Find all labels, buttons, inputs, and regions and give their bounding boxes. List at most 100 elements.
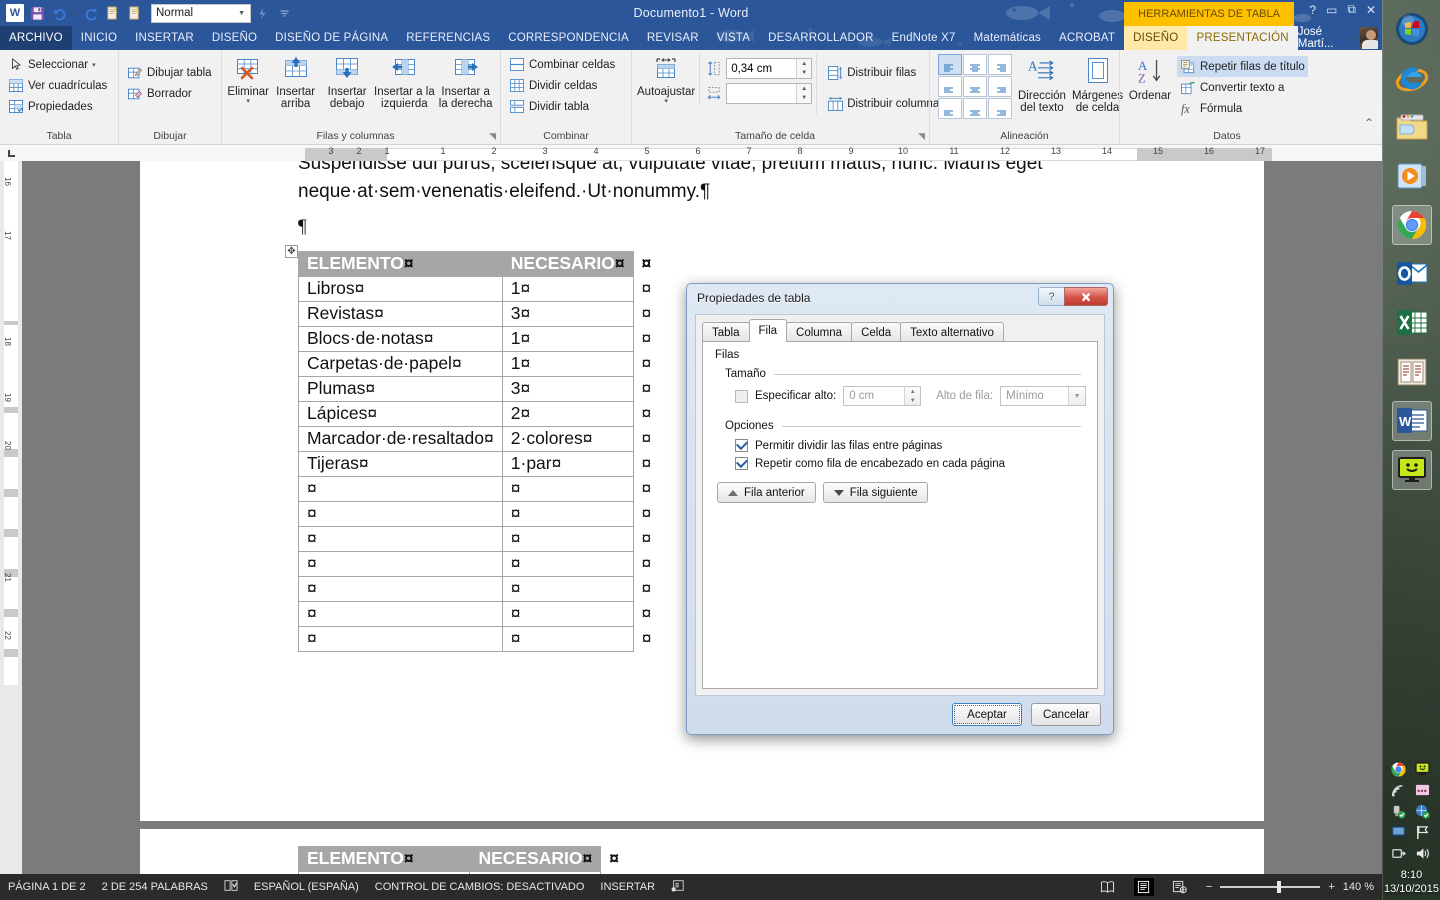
print-preview-button[interactable] [123,2,145,24]
close-icon[interactable]: ✕ [1064,287,1108,306]
network-health-tray-icon[interactable] [1415,803,1431,819]
align-bottom-center-button[interactable] [963,98,987,119]
zoom-slider-knob[interactable] [1277,881,1282,893]
zoom-level[interactable]: 140 % [1343,881,1374,893]
eject-tray-icon[interactable] [1391,845,1407,861]
table-1[interactable]: ELEMENTO¤ NECESARIO¤ ¤ Libros¤ 1¤ ¤ Revist… [298,251,660,652]
window-controls[interactable]: ? ▭ ⧉ ✕ [1309,2,1376,17]
autoajustar-button[interactable]: Autoajustar ▾ [637,54,695,105]
ver-cuadriculas-button[interactable]: Ver cuadrículas [5,75,110,96]
height-value-input[interactable]: 0 cm ▲ ▼ [843,386,922,406]
tab-table-presentacion[interactable]: PRESENTACIÓN [1187,26,1298,50]
tab-inicio[interactable]: INICIO [72,26,126,50]
file-explorer-icon[interactable] [1392,107,1432,147]
redo-button[interactable] [79,2,101,24]
help-icon[interactable]: ? [1038,287,1064,306]
vertical-ruler[interactable]: 16 17 18 19 20 21 22 [0,161,22,874]
display-tray-icon[interactable] [1391,824,1407,840]
document-page-2[interactable]: ELEMENTO¤ NECESARIO¤ ¤ ¤¤¤ ¤¤¤ ¤¤¤ ¶ [140,829,1264,874]
seleccionar-button[interactable]: Seleccionar ▾ [5,54,110,75]
tray-icon-grid[interactable]: ●●● [1383,761,1440,861]
tab-revisar[interactable]: REVISAR [638,26,708,50]
undo-button[interactable] [48,2,70,24]
zoom-out-button[interactable]: − [1206,881,1212,893]
customize-qat-button[interactable] [273,2,295,24]
align-middle-right-button[interactable] [988,76,1012,97]
direccion-del-texto-button[interactable]: A Dirección del texto [1018,54,1066,114]
messenger-tray-icon[interactable] [1415,761,1431,777]
tab-correspondencia[interactable]: CORRESPONDENCIA [499,26,638,50]
system-tray[interactable]: ●●● 8:10 13/10/2015 [1383,761,1440,900]
borrador-button[interactable]: Borrador [124,83,215,104]
quick-print-button[interactable] [101,2,123,24]
dialog-tab-tabla[interactable]: Tabla [702,322,750,342]
word-icon[interactable]: W [1391,401,1432,441]
dialog-launcher-icon[interactable]: ◥ [918,129,925,144]
align-bottom-right-button[interactable] [988,98,1012,119]
dialog-title-bar[interactable]: Propiedades de tabla ? ✕ [687,284,1113,312]
chrome-tray-icon[interactable] [1391,761,1407,777]
table-2[interactable]: ELEMENTO¤ NECESARIO¤ ¤ ¤¤¤ ¤¤¤ ¤¤¤ [297,846,628,874]
align-top-center-button[interactable] [963,54,987,75]
user-account-area[interactable]: José Martí... ▾ [1298,26,1382,50]
dropbox-tray-icon[interactable]: ●●● [1415,782,1431,798]
minimize-icon[interactable]: ⧉ [1347,2,1356,17]
spinner-arrows[interactable]: ▲ ▼ [796,84,812,103]
ordenar-button[interactable]: AZ Ordenar [1125,54,1175,102]
specify-height-checkbox[interactable] [735,389,748,403]
tab-acrobat[interactable]: ACROBAT [1050,26,1124,50]
google-chrome-icon[interactable] [1391,205,1432,245]
formula-button[interactable]: fx Fórmula [1177,98,1308,119]
dividir-tabla-button[interactable]: Dividir tabla [506,96,618,117]
tab-archivo[interactable]: ARCHIVO [0,26,72,50]
row-height-spinner[interactable]: 0,34 cm ▲ ▼ [726,58,813,79]
repeat-button[interactable] [251,2,273,24]
tab-table-diseno[interactable]: DISEÑO [1124,26,1188,50]
excel-icon[interactable] [1392,303,1432,343]
chevron-down-icon[interactable]: ▾ [664,98,668,105]
status-words[interactable]: 2 DE 254 PALABRAS [102,881,208,893]
tab-stop-selector[interactable] [0,144,22,163]
macro-record-icon[interactable] [671,879,685,895]
messenger-icon[interactable] [1391,450,1432,490]
insertar-derecha-button[interactable]: Insertar a la derecha [436,54,495,110]
outlook-icon[interactable] [1392,254,1432,294]
align-middle-left-button[interactable] [938,76,962,97]
save-button[interactable] [26,2,48,24]
tab-vista[interactable]: VISTA [708,26,759,50]
reader-icon[interactable] [1392,352,1432,392]
align-top-right-button[interactable] [988,54,1012,75]
repetir-filas-de-titulo-button[interactable]: Repetir filas de título [1177,56,1308,77]
cell-header-elemento[interactable]: ELEMENTO¤ [298,251,503,277]
help-icon[interactable]: ? [1309,3,1316,17]
status-track-changes[interactable]: CONTROL DE CAMBIOS: DESACTIVADO [375,881,585,893]
undo-dropdown-icon[interactable]: ▾ [70,2,79,24]
zoom-slider[interactable] [1220,881,1321,893]
cell-header-necesario[interactable]: NECESARIO¤ [501,251,634,277]
ribbon-display-options-icon[interactable]: ▭ [1326,3,1337,17]
windows-start-icon[interactable] [1392,9,1432,49]
row-height-select[interactable]: Mínimo ▼ [1000,386,1087,406]
avatar[interactable] [1360,27,1378,49]
status-language[interactable]: ESPAÑOL (ESPAÑA) [254,881,359,893]
zoom-in-button[interactable]: + [1328,881,1334,893]
dialog-tab-strip[interactable]: Tabla Fila Columna Celda Texto alternati… [696,315,1104,342]
internet-explorer-icon[interactable] [1392,58,1432,98]
status-page[interactable]: PÁGINA 1 DE 2 [8,881,86,893]
dialog-window-buttons[interactable]: ? ✕ [1038,287,1108,306]
chevron-down-icon[interactable]: ▾ [1353,34,1357,42]
wireless-tray-icon[interactable] [1391,782,1407,798]
taskbar-dock[interactable]: W ●●● 8:10 13/10/2015 [1382,0,1440,900]
chevron-down-icon[interactable]: ▾ [92,61,96,69]
tab-desarrollador[interactable]: DESARROLLADOR [759,26,883,50]
dialog-tab-texto-alternativo[interactable]: Texto alternativo [900,322,1004,342]
usb-tray-icon[interactable] [1391,803,1407,819]
close-icon[interactable]: ✕ [1366,3,1376,17]
row-navigation[interactable]: Fila anterior Fila siguiente [717,482,1097,503]
web-layout-icon[interactable] [1170,878,1190,896]
dialog-tab-columna[interactable]: Columna [786,322,853,342]
insertar-izquierda-button[interactable]: Insertar a la izquierda [373,54,435,110]
allow-row-break-checkbox[interactable] [735,439,748,452]
tab-matematicas[interactable]: Matemáticas [965,26,1050,50]
cancel-button[interactable]: Cancelar [1031,703,1101,726]
